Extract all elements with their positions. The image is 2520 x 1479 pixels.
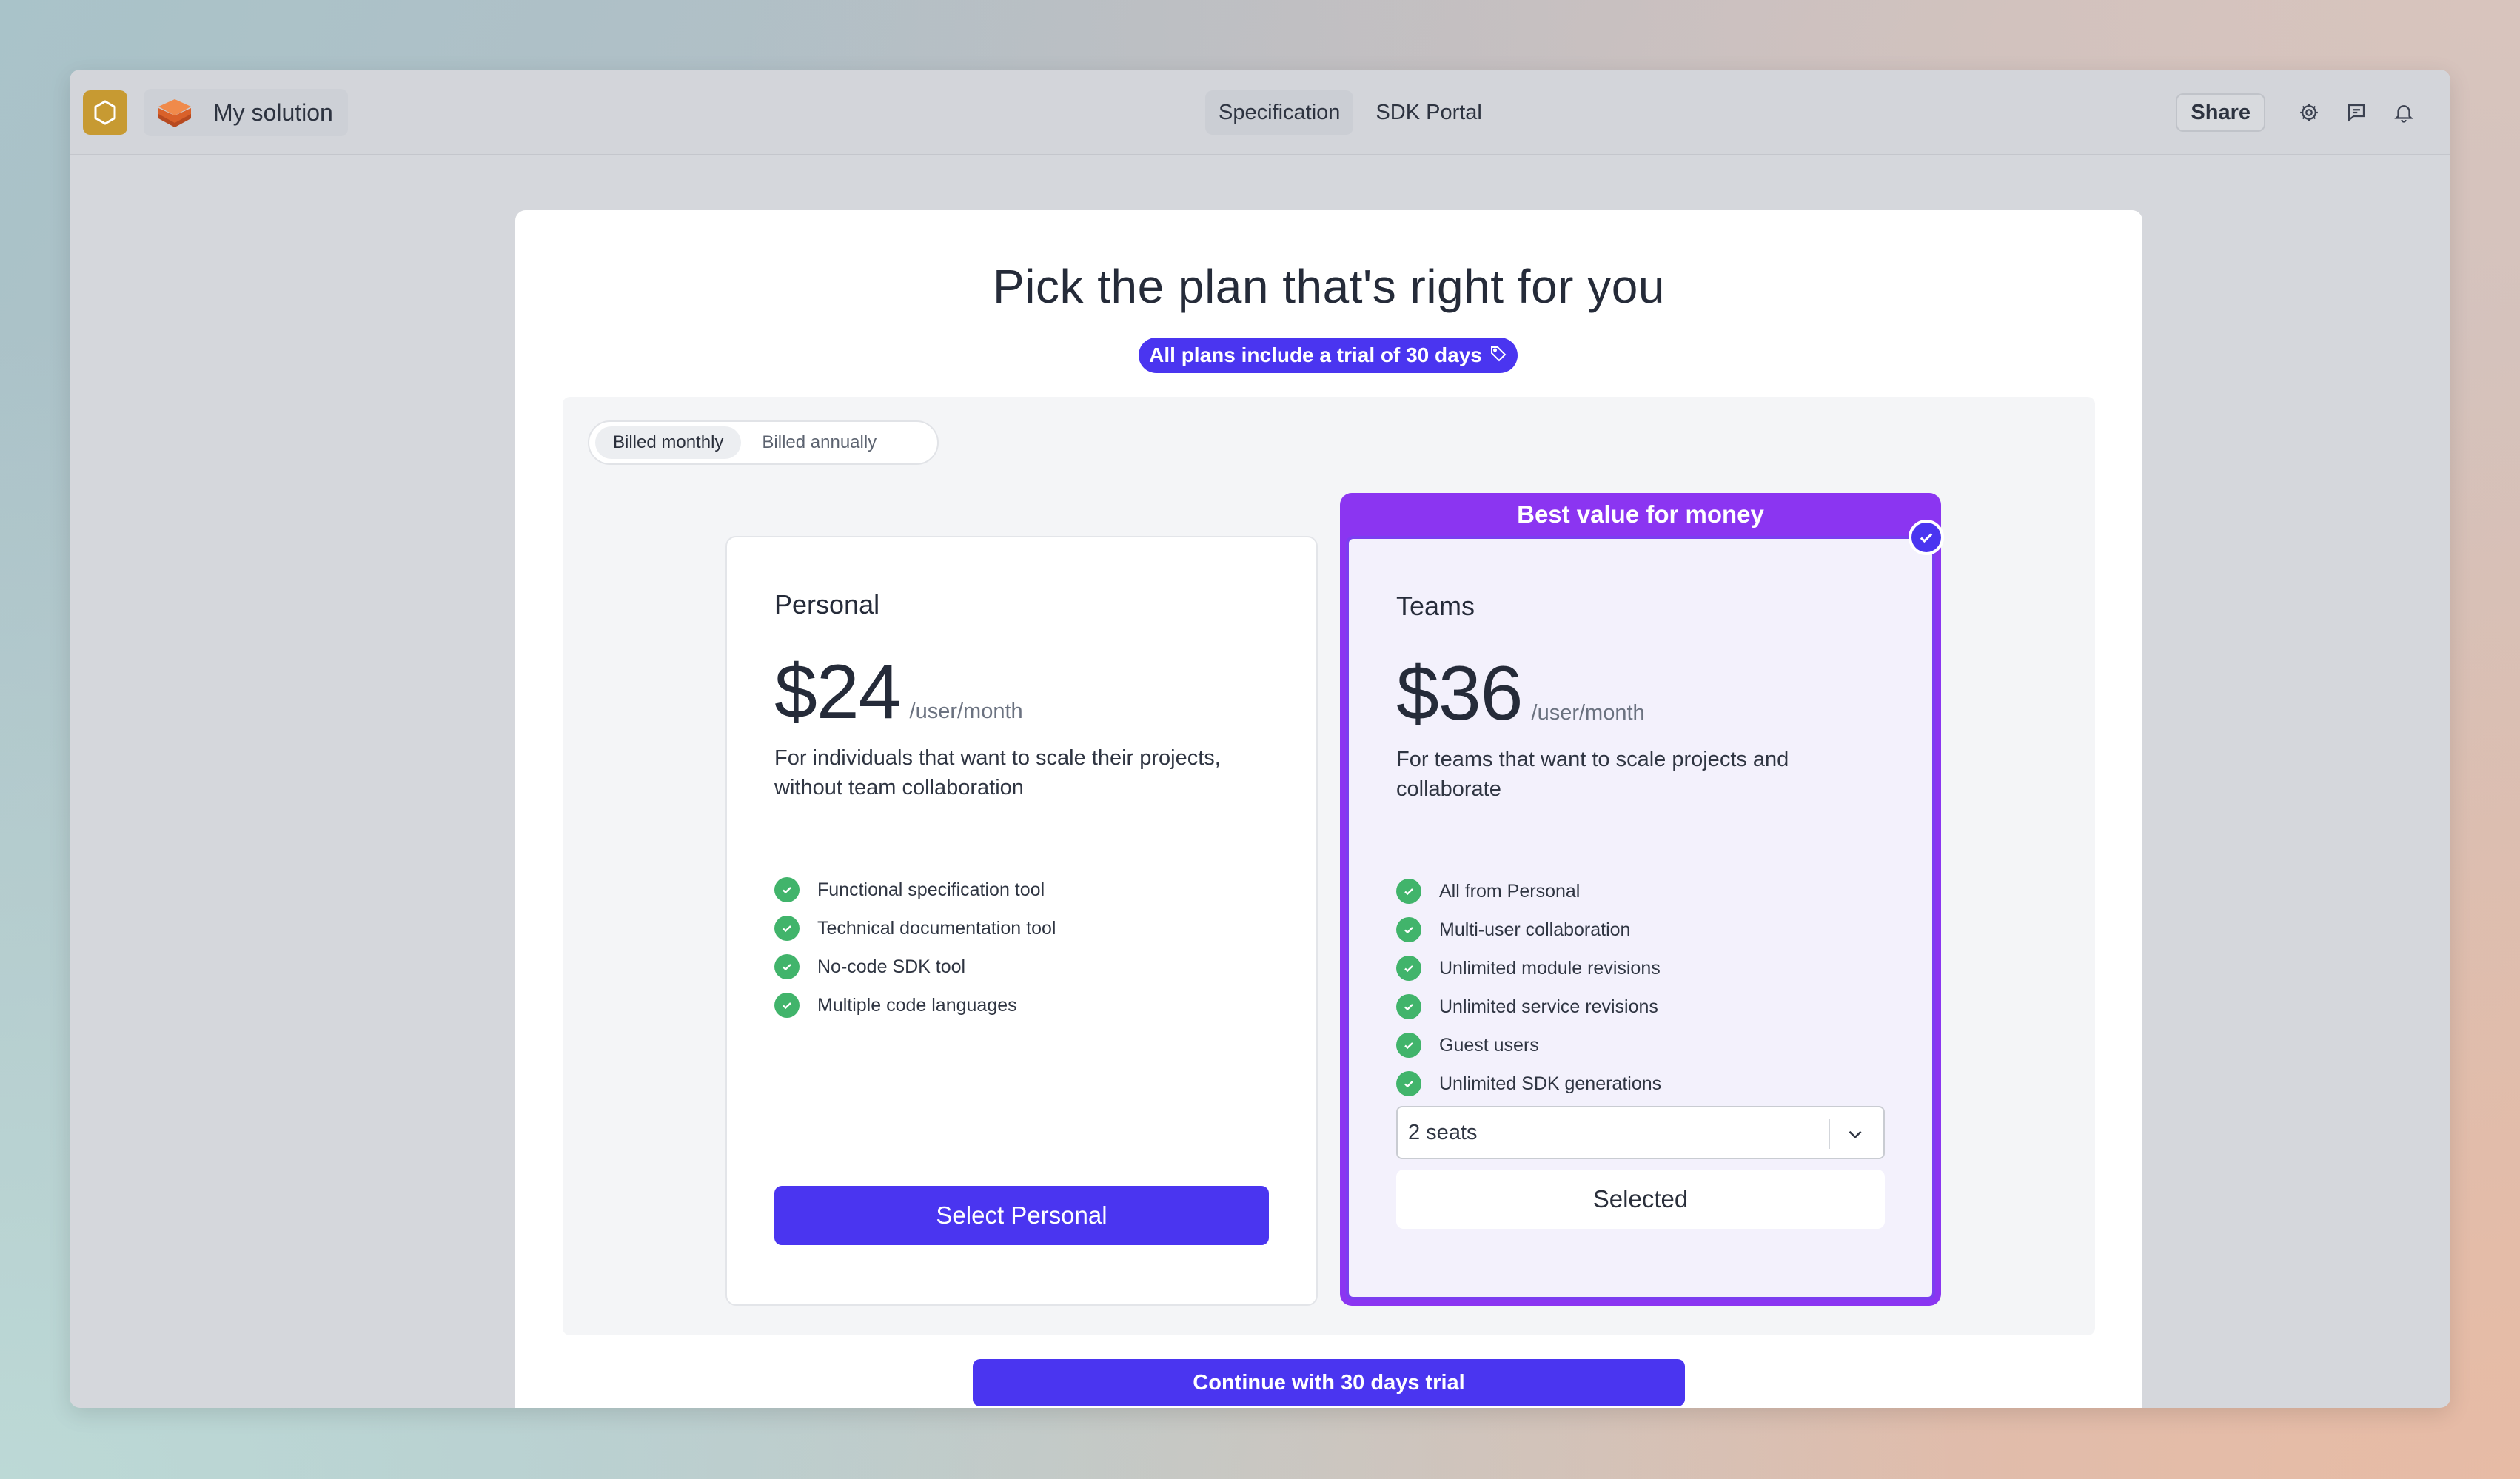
trial-badge-label: All plans include a trial of 30 days [1149,343,1482,366]
plan-price: $36 [1396,651,1524,737]
check-circle-icon [1396,879,1421,904]
top-bar: My solution Specification SDK Portal Sha… [70,70,2450,155]
plans-area: Billed monthly Billed annually Personal … [563,397,2095,1335]
gear-icon[interactable] [2296,100,2322,125]
check-circle-icon [1396,994,1421,1019]
check-circle-icon [1396,956,1421,981]
teams-card-body: Teams $36 /user/month For teams that wan… [1346,536,1935,1300]
check-circle-icon [774,916,800,941]
plan-card-personal[interactable]: Personal $24 /user/month For individuals… [725,536,1318,1306]
comment-icon[interactable] [2344,100,2369,125]
check-circle-icon [774,993,800,1018]
plan-name: Teams [1396,591,1475,621]
main-nav: Specification SDK Portal [1205,90,1495,135]
check-circle-icon [1396,1033,1421,1058]
selected-check-icon [1909,520,1944,555]
feature-label: All from Personal [1439,880,1581,902]
tab-specification[interactable]: Specification [1205,90,1354,135]
select-personal-button[interactable]: Select Personal [774,1186,1269,1245]
feature-label: Technical documentation tool [817,917,1056,939]
check-circle-icon [774,954,800,979]
select-divider [1829,1119,1830,1149]
feature-label: Functional specification tool [817,879,1045,900]
toolbar: Share [2176,90,2416,135]
billed-monthly-option[interactable]: Billed monthly [595,426,742,459]
list-item: Functional specification tool [774,871,1056,909]
selected-button[interactable]: Selected [1396,1170,1885,1229]
seats-select[interactable]: 2 seats [1396,1106,1885,1159]
list-item: Multiple code languages [774,986,1056,1024]
feature-label: No-code SDK tool [817,956,966,977]
billed-annually-option[interactable]: Billed annually [744,426,894,459]
continue-trial-button[interactable]: Continue with 30 days trial [973,1359,1685,1406]
check-circle-icon [774,877,800,902]
list-item: Multi-user collaboration [1396,910,1661,949]
list-item: Unlimited service revisions [1396,987,1661,1026]
feature-list: All from Personal Multi-user collaborati… [1396,872,1661,1103]
plan-picker-modal: Pick the plan that's right for you All p… [515,210,2142,1408]
plan-name: Personal [774,589,880,620]
modal-title: Pick the plan that's right for you [993,260,1665,313]
list-item: Unlimited SDK generations [1396,1064,1661,1103]
check-circle-icon [1396,917,1421,942]
tag-icon [1489,343,1507,367]
list-item: Unlimited module revisions [1396,949,1661,987]
list-item: All from Personal [1396,872,1661,910]
list-item: No-code SDK tool [774,948,1056,986]
feature-label: Unlimited SDK generations [1439,1073,1662,1094]
plan-description: For individuals that want to scale their… [774,746,1221,799]
plan-card-teams[interactable]: Best value for money Teams $36 /user/mon… [1340,493,1944,1306]
plan-period: /user/month [1531,701,1645,725]
seats-value: 2 seats [1408,1120,1478,1144]
bell-icon[interactable] [2391,100,2416,125]
layers-logo-icon [154,93,195,135]
feature-label: Unlimited service revisions [1439,996,1658,1017]
feature-label: Multiple code languages [817,994,1017,1016]
chevron-down-icon[interactable] [1842,1121,1869,1147]
plan-price: $24 [774,649,902,735]
feature-label: Unlimited module revisions [1439,957,1661,979]
plan-period: /user/month [909,700,1023,723]
billing-toggle: Billed monthly Billed annually [588,420,939,465]
tab-sdk-portal[interactable]: SDK Portal [1362,90,1495,135]
list-item: Technical documentation tool [774,909,1056,948]
feature-label: Guest users [1439,1034,1539,1056]
list-item: Guest users [1396,1026,1661,1064]
app-window: My solution Specification SDK Portal Sha… [70,70,2450,1408]
trial-badge: All plans include a trial of 30 days [1139,338,1518,373]
project-title: My solution [213,98,333,126]
feature-list: Functional specification tool Technical … [774,871,1056,1024]
project-breadcrumb[interactable]: My solution [144,89,348,136]
plan-description: For teams that want to scale projects an… [1396,748,1789,801]
share-button[interactable]: Share [2176,93,2265,132]
hexagon-icon[interactable] [83,90,127,135]
check-circle-icon [1396,1071,1421,1096]
feature-label: Multi-user collaboration [1439,919,1631,940]
